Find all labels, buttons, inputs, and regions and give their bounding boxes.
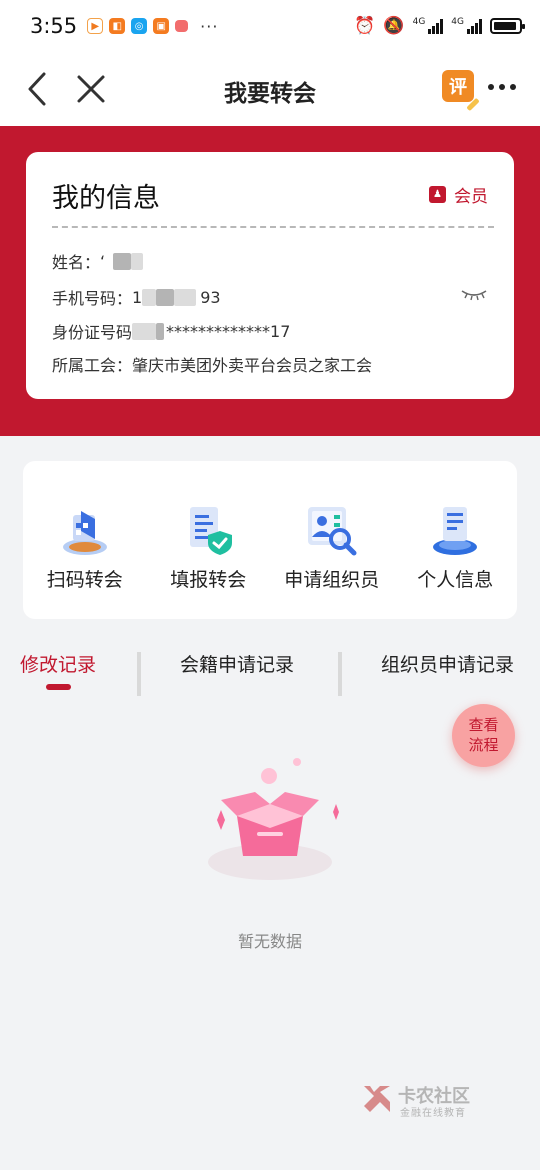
name-row: 姓名： ‘ [52,249,144,273]
apply-organizer-button[interactable]: 申请组织员 [270,461,394,619]
active-tab-indicator [46,684,71,690]
phone-redaction-light [142,288,157,306]
id-end: *************17 [166,321,291,341]
scan-transfer-icon [62,511,107,555]
info-card-title: 我的信息 [52,183,160,214]
member-badge: ♟ 会员 [429,182,488,207]
member-label: 会员 [454,187,488,207]
tab-separator [137,652,141,696]
form-transfer-icon [190,507,233,555]
id-label: 身份证号码 [52,323,133,342]
union-value: 肇庆市美团外卖平台会员之家工会 [132,356,373,375]
phone-start: 1 [132,287,143,307]
more-notifications-icon: ··· [200,16,219,36]
book-app-icon [175,20,189,32]
shop-app-icon: ◧ [109,18,126,34]
action-label: 个人信息 [417,569,494,591]
phone-row: 手机号码： 1 93 [52,285,221,309]
view-process-button[interactable]: 查看 流程 [452,704,515,767]
battery-level [494,22,516,30]
evaluate-button[interactable]: 评 [442,70,474,102]
id-redaction [156,322,165,340]
kanong-logo-icon [364,1086,390,1112]
mute-bell-icon: 🔕 [383,16,405,36]
tab-separator [338,652,342,696]
video-app-icon: ▶ [87,18,104,34]
id-row: 身份证号码 *************17 [52,319,290,343]
phone-redaction [156,288,175,306]
battery-icon [490,18,525,34]
signal-1-icon: 4G [413,18,444,34]
union-row: 所属工会： 肇庆市美团外卖平台会员之家工会 [52,352,372,376]
empty-box-illustration [208,758,339,880]
view-process-line1: 查看 [468,716,499,734]
watermark-subtitle: 金融在线教育 [400,1108,466,1119]
toggle-visibility-eye-icon[interactable] [460,286,488,302]
name-label: 姓名： [52,253,101,272]
tab-organizer-records[interactable]: 组织员申请记录 [381,650,514,677]
personal-info-button[interactable]: 个人信息 [394,461,518,619]
personal-info-icon [433,507,478,555]
phone-end: 93 [200,287,221,307]
notification-icons: ▶ ◧ ◎ ▣ ··· [87,17,218,36]
form-transfer-button[interactable]: 填报转会 [147,461,271,619]
status-bar: 3:55 ▶ ◧ ◎ ▣ ··· ⏰ 🔕 4G 4G [0,0,540,52]
action-grid: 扫码转会 填报转会 申请组织员 个人信息 [23,461,517,619]
apply-organizer-icon [307,507,357,556]
status-time: 3:55 [30,14,78,38]
tab-membership-records[interactable]: 会籍申请记录 [180,650,294,677]
phone-redaction-light-2 [174,288,197,306]
tv-app-icon: ▣ [153,18,170,34]
divider [52,226,494,228]
id-redaction-light [132,322,157,340]
tab-modify-records[interactable]: 修改记录 [20,650,96,677]
search-app-icon: ◎ [131,18,148,34]
scan-transfer-button[interactable]: 扫码转会 [23,461,147,619]
nav-bar: 我要转会 评 [0,52,540,126]
union-label: 所属工会： [52,356,133,375]
action-label: 申请组织员 [284,569,380,591]
name-value: ‘ [100,251,106,271]
view-process-line2: 流程 [468,736,499,754]
name-redaction-light [131,252,144,270]
my-info-card: 我的信息 ♟ 会员 姓名： ‘ 手机号码： 1 93 身份证号码 *******… [26,152,514,399]
watermark: 卡农社区 金融在线教育 [360,1080,490,1122]
action-label: 填报转会 [170,569,247,591]
action-label: 扫码转会 [46,569,123,591]
member-icon: ♟ [429,186,446,203]
more-options-icon[interactable] [488,84,516,90]
name-redaction [113,252,132,270]
alarm-icon: ⏰ [354,16,376,36]
signal-2-icon: 4G [451,18,482,34]
phone-label: 手机号码： [52,289,133,308]
empty-state-text: 暂无数据 [237,932,302,951]
